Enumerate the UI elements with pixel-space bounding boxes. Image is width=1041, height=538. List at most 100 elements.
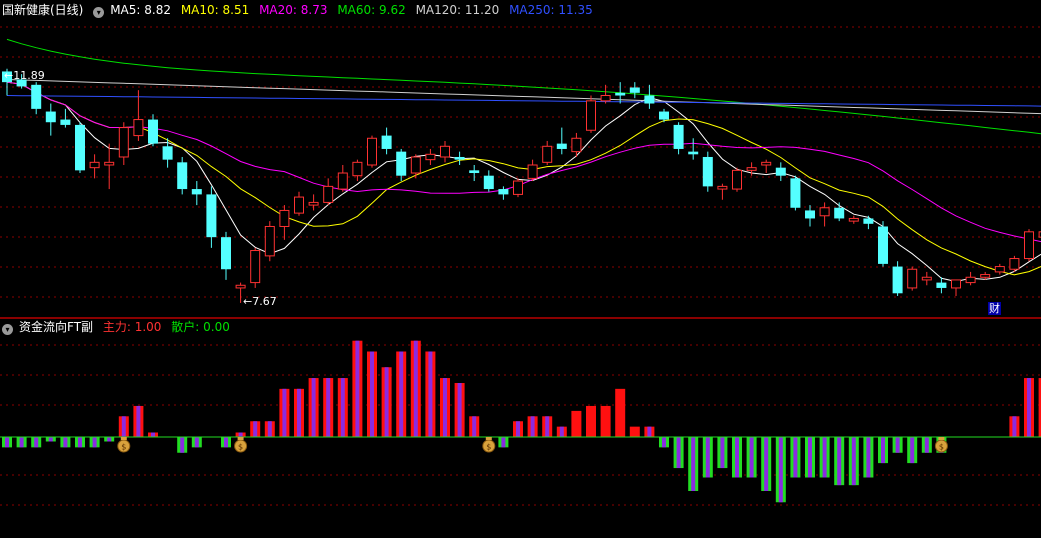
candle[interactable] (60, 108, 71, 128)
flow-bar[interactable] (221, 437, 231, 448)
flow-bar[interactable] (819, 437, 830, 478)
candle[interactable] (892, 261, 903, 296)
flow-bar[interactable] (775, 437, 786, 503)
candle[interactable] (848, 215, 859, 224)
flow-bar[interactable] (513, 421, 523, 437)
candle[interactable] (294, 191, 304, 216)
candle[interactable] (527, 159, 538, 182)
flow-bar[interactable] (848, 437, 859, 486)
candle[interactable] (805, 205, 815, 227)
flow-bar[interactable] (31, 437, 42, 448)
flow-bar[interactable] (381, 367, 392, 437)
flow-bar[interactable] (410, 340, 421, 437)
flow-bar[interactable] (1024, 378, 1034, 437)
candle[interactable] (89, 154, 100, 179)
candle[interactable] (206, 186, 217, 248)
flow-bar[interactable] (542, 416, 553, 437)
flow-bar[interactable] (921, 437, 932, 453)
candle[interactable] (542, 140, 553, 165)
flow-bar[interactable] (454, 383, 465, 437)
flow-bar[interactable] (717, 437, 728, 469)
candle[interactable] (31, 82, 42, 115)
flow-bar[interactable] (191, 437, 202, 448)
flow-bar[interactable] (235, 432, 246, 438)
candle[interactable] (775, 162, 786, 182)
flow-bar[interactable] (396, 351, 407, 438)
candle[interactable] (454, 151, 465, 165)
flow-bar[interactable] (615, 388, 626, 437)
candle[interactable] (133, 90, 144, 141)
candle[interactable] (308, 194, 319, 211)
flow-bar[interactable] (863, 437, 874, 478)
flow-bar[interactable] (308, 378, 319, 437)
flow-bar[interactable] (45, 437, 56, 442)
candle[interactable] (337, 165, 348, 192)
flow-bar[interactable] (1009, 416, 1020, 437)
candle[interactable] (965, 271, 976, 286)
candle[interactable] (732, 167, 742, 192)
candle[interactable] (819, 202, 830, 227)
candle[interactable] (878, 221, 888, 267)
flow-bar[interactable] (367, 351, 377, 438)
flow-bar[interactable] (644, 426, 655, 437)
candle[interactable] (177, 156, 188, 195)
flow-bar[interactable] (264, 421, 275, 437)
flow-bar[interactable] (148, 432, 158, 438)
flow-bar[interactable] (586, 405, 596, 437)
flow-bar[interactable] (75, 437, 85, 448)
candle[interactable] (790, 175, 801, 211)
candle[interactable] (600, 84, 611, 104)
candle[interactable] (702, 151, 713, 192)
flow-bar[interactable] (761, 437, 772, 491)
candle[interactable] (834, 202, 845, 222)
candle[interactable] (556, 127, 567, 155)
candle[interactable] (425, 148, 436, 165)
candle[interactable] (250, 247, 261, 288)
flow-bar[interactable] (279, 388, 290, 437)
candle[interactable] (469, 165, 480, 182)
flow-bar[interactable] (469, 416, 480, 437)
flow-bar[interactable] (571, 410, 582, 437)
flow-bar[interactable] (337, 378, 348, 437)
candle[interactable] (352, 159, 363, 182)
flow-bar[interactable] (440, 378, 450, 437)
candle[interactable] (936, 277, 947, 294)
candle[interactable] (863, 215, 874, 230)
indicator-title[interactable]: 资金流向FT副 (19, 320, 93, 334)
candle[interactable] (323, 178, 334, 206)
chevron-down-icon[interactable]: ▾ (93, 7, 105, 18)
flow-bar[interactable] (805, 437, 815, 478)
candle[interactable] (264, 221, 275, 262)
candle[interactable] (513, 178, 523, 198)
candle[interactable] (498, 186, 509, 200)
candle[interactable] (629, 82, 640, 99)
flow-bar[interactable] (177, 437, 188, 453)
flow-bar[interactable] (323, 378, 334, 437)
candle[interactable] (148, 114, 158, 147)
flow-bar[interactable] (133, 405, 144, 437)
candlestick-series[interactable] (2, 68, 1041, 303)
flow-bar[interactable] (527, 416, 538, 437)
flow-bar[interactable] (673, 437, 684, 469)
flow-bar[interactable] (907, 437, 918, 464)
flow-bar[interactable] (659, 437, 669, 448)
candle[interactable] (1009, 255, 1020, 272)
flow-bar[interactable] (2, 437, 12, 448)
flow-bar[interactable] (746, 437, 757, 478)
flow-bar[interactable] (294, 388, 304, 437)
financial-report-marker[interactable]: 财 (988, 302, 1001, 315)
candle[interactable] (45, 103, 56, 136)
flow-bar[interactable] (250, 421, 261, 437)
candle[interactable] (118, 122, 129, 165)
flow-bar[interactable] (16, 437, 27, 448)
candle[interactable] (75, 122, 85, 174)
flow-bar[interactable] (425, 351, 436, 438)
candle[interactable] (586, 95, 596, 133)
flow-bar[interactable] (118, 416, 129, 437)
candle[interactable] (717, 183, 728, 200)
flow-bar[interactable] (732, 437, 742, 478)
candle[interactable] (994, 263, 1005, 275)
flow-bar[interactable] (834, 437, 845, 486)
flow-bar[interactable] (352, 340, 363, 437)
candle[interactable] (440, 140, 450, 163)
